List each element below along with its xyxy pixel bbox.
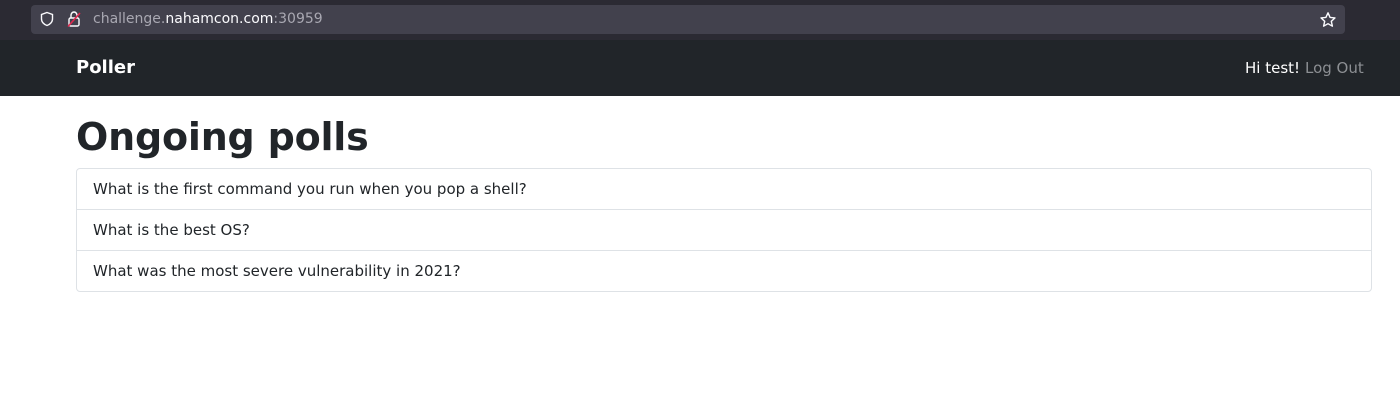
poll-item[interactable]: What is the best OS?	[77, 210, 1371, 251]
url-domain: nahamcon.com	[165, 11, 274, 27]
page-title: Ongoing polls	[76, 115, 369, 159]
url-prefix: challenge.	[93, 11, 166, 27]
address-bar[interactable]: challenge.nahamcon.com:30959	[31, 5, 1345, 34]
user-greeting: Hi test!	[1245, 59, 1301, 77]
star-icon[interactable]	[1319, 11, 1337, 29]
poll-list: What is the first command you run when y…	[76, 168, 1372, 292]
logout-link[interactable]: Log Out	[1305, 58, 1364, 78]
poll-item[interactable]: What was the most severe vulnerability i…	[77, 251, 1371, 291]
url-text[interactable]: challenge.nahamcon.com:30959	[93, 11, 323, 28]
app-navbar: Poller Hi test! Log Out	[0, 40, 1400, 96]
brand-link[interactable]: Poller	[76, 57, 135, 79]
url-port: :30959	[273, 11, 323, 27]
lock-icon[interactable]	[66, 10, 82, 28]
browser-toolbar: challenge.nahamcon.com:30959	[0, 0, 1400, 40]
shield-icon[interactable]	[39, 11, 55, 27]
poll-item[interactable]: What is the first command you run when y…	[77, 169, 1371, 210]
